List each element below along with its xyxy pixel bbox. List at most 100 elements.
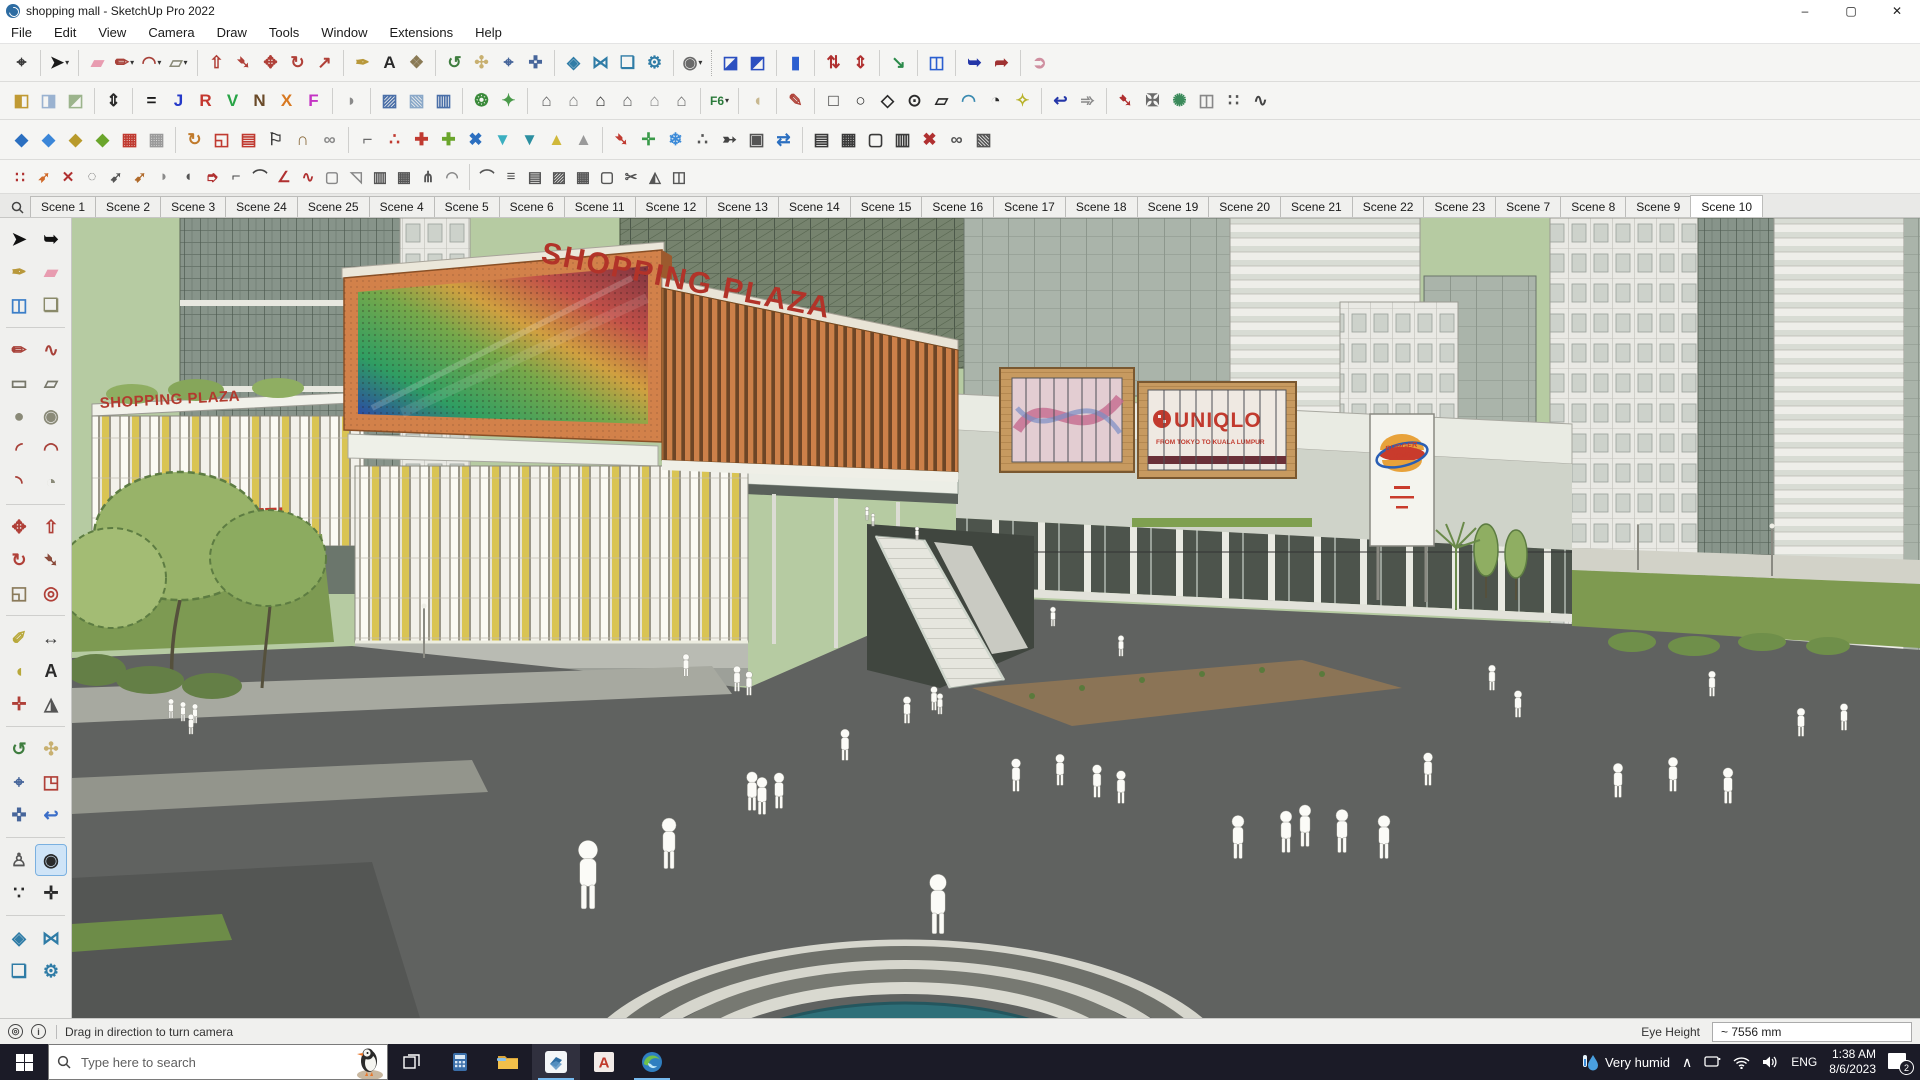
menu-tools[interactable]: Tools — [258, 23, 310, 42]
window-frame-icon[interactable]: ▢ — [595, 165, 619, 189]
hatch-b-icon[interactable]: ▨ — [547, 165, 571, 189]
quad-face-icon[interactable]: ◆ — [35, 126, 62, 153]
line-tool-icon[interactable]: ✏ ▾ — [111, 49, 138, 76]
text-tool-icon[interactable]: A — [376, 49, 403, 76]
face-pie-icon[interactable]: ◔ — [982, 87, 1009, 114]
pebble-scatter-icon[interactable]: ∞ — [316, 126, 343, 153]
arrow-flight-icon[interactable]: ➳ — [716, 126, 743, 153]
drip-on-ground-icon[interactable]: ▼ — [489, 126, 516, 153]
rectangle-tool-icon[interactable]: ▱ ▾ — [165, 49, 192, 76]
scene-tab-scene-16[interactable]: Scene 16 — [921, 196, 995, 217]
scene-tab-scene-12[interactable]: Scene 12 — [634, 196, 708, 217]
box-corner-blue-icon[interactable]: ◨ — [35, 87, 62, 114]
pull-normal-icon[interactable]: N — [246, 87, 273, 114]
house-flat-icon[interactable]: ⌂ — [668, 87, 695, 114]
stamp-copy-icon[interactable]: ✠ — [1139, 87, 1166, 114]
stairs-step-icon[interactable]: ≡ — [499, 165, 523, 189]
pull-vector-icon[interactable]: V — [219, 87, 246, 114]
taskbar-search-box[interactable]: Type here to search — [48, 1044, 388, 1080]
offset-tool-icon[interactable]: ◎ — [36, 578, 66, 608]
pull-rotated-icon[interactable]: R — [192, 87, 219, 114]
mirror-light-icon[interactable]: ▧ — [403, 87, 430, 114]
lasso-select-tool-icon[interactable]: ➥ — [36, 224, 66, 254]
flag-marker-icon[interactable]: ⚐ — [262, 126, 289, 153]
scene-tab-scene-8[interactable]: Scene 8 — [1560, 196, 1627, 217]
notification-center-button[interactable]: 2 — [1888, 1053, 1914, 1075]
iso-cube-icon[interactable]: ◫ — [667, 165, 691, 189]
delete-cross-icon[interactable]: ✖ — [916, 126, 943, 153]
curve-ribbon-icon[interactable]: ➹ — [128, 165, 152, 189]
scene-tab-scene-13[interactable]: Scene 13 — [706, 196, 779, 217]
task-view-button[interactable] — [388, 1044, 436, 1080]
zoom-tool-icon[interactable]: ⌖ — [8, 49, 35, 76]
arc-tool-icon[interactable]: ◠ ▾ — [138, 49, 165, 76]
scene-tab-scene-20[interactable]: Scene 20 — [1208, 196, 1282, 217]
scale-tool-icon[interactable]: ↗ — [311, 49, 338, 76]
rectangle-tool-icon[interactable]: ▭ — [4, 368, 34, 398]
spray-components-icon[interactable]: ✺ — [1166, 87, 1193, 114]
columns-row-icon[interactable]: ▥ — [368, 165, 392, 189]
menu-window[interactable]: Window — [310, 23, 378, 42]
geolocation-icon[interactable]: ◎ — [8, 1024, 23, 1039]
mesh-panel-icon[interactable]: ▦ — [835, 126, 862, 153]
uv-wrap-icon[interactable]: ↻ — [181, 126, 208, 153]
layers-blue-tool-icon[interactable]: ❏ — [4, 956, 34, 986]
frame-panel-icon[interactable]: ▢ — [862, 126, 889, 153]
cut-scissors-icon[interactable]: ✂ — [619, 165, 643, 189]
zoom-extents-tool-icon[interactable]: ✜ — [4, 800, 34, 830]
pull-up-down-icon[interactable]: ⇕ — [100, 87, 127, 114]
mirror-hatch-icon[interactable]: ▥ — [430, 87, 457, 114]
tiles-red-icon[interactable]: ▦ — [116, 126, 143, 153]
text-tool-icon[interactable]: A — [36, 656, 66, 686]
bend-to-red-icon[interactable]: ➦ — [988, 49, 1015, 76]
model-settings-icon[interactable]: ⚙ — [641, 49, 668, 76]
rotate-tool-icon[interactable]: ↻ — [4, 545, 34, 575]
pin-red-icon[interactable]: ➴ — [608, 126, 635, 153]
rotated-rectangle-tool-icon[interactable]: ▱ — [36, 368, 66, 398]
trimble-sync-icon[interactable]: ◈ — [560, 49, 587, 76]
pull-extract-icon[interactable]: X — [273, 87, 300, 114]
account-icon[interactable]: ◉ ▾ — [679, 49, 706, 76]
drape-arrow-icon[interactable]: ➷ — [1112, 87, 1139, 114]
raise-selection-icon[interactable]: ⇅ — [820, 49, 847, 76]
look-around-tool-icon[interactable]: ◉ — [35, 844, 67, 876]
face-circle-icon[interactable]: ○ — [847, 87, 874, 114]
freehand-tool-icon[interactable]: ∿ — [36, 335, 66, 365]
tray-device-icon[interactable] — [1704, 1055, 1721, 1069]
menu-file[interactable]: File — [0, 23, 43, 42]
shell-swirl-icon[interactable]: ◠ — [440, 165, 464, 189]
tiles-plain-icon[interactable]: ▦ — [143, 126, 170, 153]
cross-red-icon[interactable]: ✕ — [56, 165, 80, 189]
grid-plus-red-icon[interactable]: ✚ — [408, 126, 435, 153]
grid-plus-green-icon[interactable]: ✚ — [435, 126, 462, 153]
cross-blue-icon[interactable]: ✖ — [462, 126, 489, 153]
zoom-window-tool-icon[interactable]: ⌖ — [495, 49, 522, 76]
fox-tool-icon[interactable]: ➶ — [32, 165, 56, 189]
vertical-move-icon[interactable]: ▮ — [782, 49, 809, 76]
house-tall-icon[interactable]: ⌂ — [560, 87, 587, 114]
smart-lasso-icon[interactable]: ↩ — [1047, 87, 1074, 114]
box-corner-green-icon[interactable]: ◩ — [62, 87, 89, 114]
scene-tab-scene-11[interactable]: Scene 11 — [563, 196, 636, 217]
chain-links-icon[interactable]: ∞ — [943, 126, 970, 153]
tray-chevron-icon[interactable]: ∧ — [1682, 1054, 1692, 1071]
pie-tool-icon[interactable]: ◔ — [36, 467, 66, 497]
scene-tab-scene-18[interactable]: Scene 18 — [1064, 196, 1138, 217]
wifi-icon[interactable] — [1733, 1056, 1750, 1069]
f6-section-icon[interactable]: F6 ▾ — [706, 87, 733, 114]
scene-tab-scene-4[interactable]: Scene 4 — [368, 196, 435, 217]
pyramid-view-icon[interactable]: ◭ — [643, 165, 667, 189]
scene-tab-scene-25[interactable]: Scene 25 — [296, 196, 370, 217]
materials-swatch-icon[interactable]: ❖ — [403, 49, 430, 76]
quad-yellow-icon[interactable]: ◆ — [62, 126, 89, 153]
surface-lasso-icon[interactable]: ➾ — [1074, 87, 1101, 114]
maximize-button[interactable]: ▢ — [1828, 0, 1874, 22]
two-point-arc-tool-icon[interactable]: ◠ — [36, 434, 66, 464]
endpoint-dots-icon[interactable]: ∷ — [8, 165, 32, 189]
compass-nav-tool-icon[interactable]: ✛ — [36, 878, 66, 908]
scene-tab-scene-14[interactable]: Scene 14 — [777, 196, 851, 217]
scene-tab-scene-10[interactable]: Scene 10 — [1690, 195, 1764, 217]
menu-camera[interactable]: Camera — [137, 23, 205, 42]
tape-measure-tool-icon[interactable]: ✐ — [4, 623, 34, 653]
snowflake-blue-icon[interactable]: ❄ — [662, 126, 689, 153]
